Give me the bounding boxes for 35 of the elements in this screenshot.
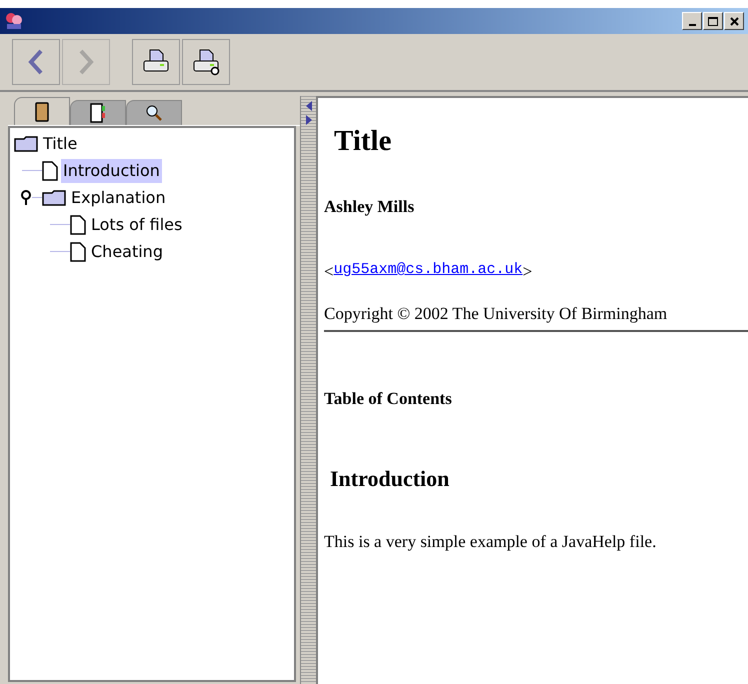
- toolbar-button[interactable]: [182, 39, 230, 85]
- section-heading: Table of Contents: [324, 388, 453, 410]
- navigator-tab[interactable]: [70, 100, 126, 125]
- book-icon: [35, 102, 49, 122]
- close-button[interactable]: [724, 12, 744, 30]
- page-heading: Title: [334, 124, 392, 159]
- bracket-text: <: [324, 261, 334, 283]
- page-icon: [70, 242, 86, 262]
- page-icon: [70, 214, 86, 234]
- tree-item[interactable]: Introduction: [61, 158, 162, 182]
- bracket-text: >: [522, 261, 532, 283]
- search-icon: [145, 104, 163, 122]
- collapse-arrows-icon[interactable]: [304, 100, 312, 126]
- paragraph-text: This is a very simple example of a JavaHelp file.: [324, 530, 658, 553]
- close-icon: [730, 16, 738, 26]
- notebook-icon: [90, 103, 106, 123]
- folder-icon: [14, 136, 38, 152]
- folder-icon: [42, 190, 66, 206]
- page-icon: [42, 160, 58, 180]
- maximize-button[interactable]: [703, 12, 723, 30]
- tree-item[interactable]: Cheating: [89, 240, 165, 264]
- tree-item[interactable]: Title: [41, 132, 80, 156]
- navigator-tab[interactable]: [14, 97, 70, 125]
- section-heading: Introduction: [330, 464, 450, 492]
- tree-item[interactable]: Lots of files: [89, 212, 184, 236]
- app-logo-icon: [4, 11, 24, 31]
- copyright-text: Copyright © 2002 The University Of Birmingham: [324, 300, 748, 332]
- tree-item[interactable]: Explanation: [69, 186, 168, 210]
- printer-gear-icon: [191, 48, 221, 76]
- author-name: Ashley Mills: [324, 196, 416, 218]
- toolbar-button[interactable]: [132, 39, 180, 85]
- minimize-button[interactable]: [682, 12, 702, 30]
- expand-toggle-icon[interactable]: [20, 190, 32, 206]
- email-link[interactable]: ug55axm@cs.bham.ac.uk: [334, 259, 523, 284]
- navigator-tab[interactable]: [126, 100, 182, 125]
